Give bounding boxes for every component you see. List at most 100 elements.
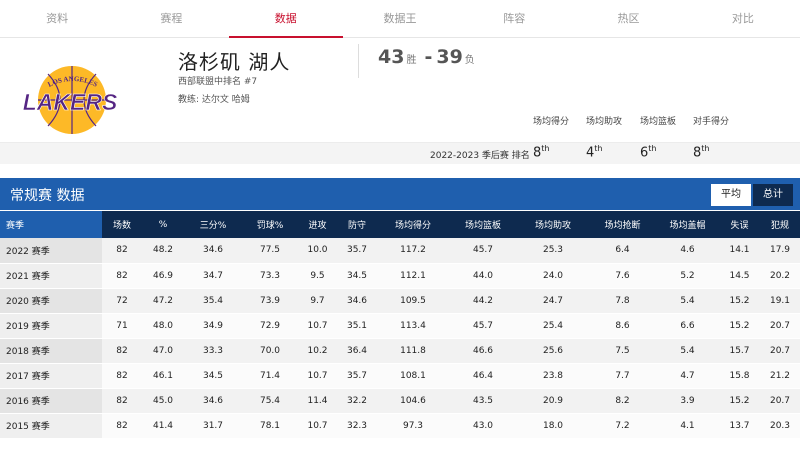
stat-cell: 44.0	[449, 263, 517, 289]
total-toggle-button[interactable]: 总计	[753, 184, 793, 206]
stat-cell: 46.9	[142, 263, 184, 289]
table-row: 2022 赛季 82 48.2 34.6 77.5 10.0 35.7 117.2 45.7 25…	[0, 238, 800, 264]
column-header[interactable]: 场均盖帽	[656, 211, 719, 238]
stat-cell: 7.6	[589, 263, 656, 289]
average-toggle-button[interactable]: 平均	[711, 184, 751, 206]
stat-cell: 34.7	[184, 263, 242, 289]
stat-cell: 108.1	[377, 363, 449, 389]
tab-roster[interactable]: 阵容	[457, 0, 571, 37]
stat-cell: 31.7	[184, 413, 242, 439]
column-header[interactable]: 进攻	[298, 211, 337, 238]
stat-cell: 8.2	[589, 388, 656, 414]
stat-cell: 45.7	[449, 238, 517, 264]
stat-cell: 46.1	[142, 363, 184, 389]
season-cell: 2019 赛季	[0, 313, 102, 339]
stat-cell: 109.5	[377, 288, 449, 314]
stat-cell: 8.6	[589, 313, 656, 339]
table-row: 2017 赛季 82 46.1 34.5 71.4 10.7 35.7 108.1 46.4 23…	[0, 363, 800, 389]
stat-cell: 34.9	[184, 313, 242, 339]
tab-schedule[interactable]: 赛程	[114, 0, 228, 37]
column-header[interactable]: 三分%	[184, 211, 242, 238]
column-header[interactable]: %	[142, 211, 184, 238]
stat-cell: 25.6	[517, 338, 589, 364]
stat-cell: 10.7	[298, 313, 337, 339]
stat-cell: 46.4	[449, 363, 517, 389]
season-cell: 2015 赛季	[0, 413, 102, 439]
rank-header-assists: 场均助攻	[586, 117, 623, 127]
stat-cell: 113.4	[377, 313, 449, 339]
stat-cell: 13.7	[719, 413, 760, 439]
stat-cell: 7.2	[589, 413, 656, 439]
stat-cell: 82	[102, 338, 142, 364]
column-header[interactable]: 犯规	[760, 211, 800, 238]
stat-cell: 97.3	[377, 413, 449, 439]
column-header[interactable]: 罚球%	[242, 211, 298, 238]
stat-cell: 46.6	[449, 338, 517, 364]
season-cell: 2022 赛季	[0, 238, 102, 264]
stat-cell: 34.5	[337, 263, 377, 289]
svg-text:LAKERS: LAKERS	[23, 89, 118, 115]
column-header[interactable]: 赛季	[0, 211, 102, 238]
stat-cell: 34.6	[184, 388, 242, 414]
stat-cell: 3.9	[656, 388, 719, 414]
stat-cell: 78.1	[242, 413, 298, 439]
table-body: 2022 赛季 82 48.2 34.6 77.5 10.0 35.7 117.2 45.7 25…	[0, 238, 800, 439]
column-header[interactable]: 场均抢断	[589, 211, 656, 238]
tab-compare[interactable]: 对比	[686, 0, 800, 37]
stat-cell: 9.7	[298, 288, 337, 314]
stat-cell: 14.1	[719, 238, 760, 264]
column-header[interactable]: 场均助攻	[517, 211, 589, 238]
season-cell: 2020 赛季	[0, 288, 102, 314]
stat-cell: 6.4	[589, 238, 656, 264]
stat-cell: 82	[102, 263, 142, 289]
stat-cell: 104.6	[377, 388, 449, 414]
wins-value: 43	[378, 46, 405, 68]
table-row: 2018 赛季 82 47.0 33.3 70.0 10.2 36.4 111.8 46.6 25…	[0, 338, 800, 364]
column-header[interactable]: 失误	[719, 211, 760, 238]
rank-value-points: 8th	[533, 144, 550, 161]
stat-cell: 35.4	[184, 288, 242, 314]
tab-hot-zones[interactable]: 热区	[571, 0, 685, 37]
stat-cell: 7.5	[589, 338, 656, 364]
column-header[interactable]: 场均篮板	[449, 211, 517, 238]
stats-section-bar	[0, 178, 800, 210]
stat-cell: 7.7	[589, 363, 656, 389]
stat-cell: 35.7	[337, 363, 377, 389]
table-row: 2019 赛季 71 48.0 34.9 72.9 10.7 35.1 113.4 45.7 25…	[0, 313, 800, 339]
stat-cell: 10.0	[298, 238, 337, 264]
stat-cell: 43.0	[449, 413, 517, 439]
stat-cell: 15.2	[719, 313, 760, 339]
stat-cell: 82	[102, 413, 142, 439]
stat-cell: 10.7	[298, 413, 337, 439]
stat-cell: 5.2	[656, 263, 719, 289]
column-header[interactable]: 场均得分	[377, 211, 449, 238]
stat-cell: 45.7	[449, 313, 517, 339]
win-loss-record: 43 胜 -39 负	[378, 46, 479, 68]
stat-cell: 117.2	[377, 238, 449, 264]
stat-cell: 45.0	[142, 388, 184, 414]
stat-cell: 77.5	[242, 238, 298, 264]
column-header[interactable]: 防守	[337, 211, 377, 238]
tab-stat-leaders[interactable]: 数据王	[343, 0, 457, 37]
stat-cell: 9.5	[298, 263, 337, 289]
top-nav: 资料 赛程 数据 数据王 阵容 热区 对比	[0, 0, 800, 38]
tab-stats[interactable]: 数据	[228, 0, 344, 38]
losses-value: 39	[436, 46, 463, 68]
stat-cell: 48.2	[142, 238, 184, 264]
stat-cell: 20.9	[517, 388, 589, 414]
stat-cell: 17.9	[760, 238, 800, 264]
tab-profile[interactable]: 资料	[0, 0, 114, 37]
stat-cell: 35.7	[337, 238, 377, 264]
stat-cell: 7.8	[589, 288, 656, 314]
record-separator: -	[424, 46, 433, 68]
stat-cell: 21.2	[760, 363, 800, 389]
stat-cell: 11.4	[298, 388, 337, 414]
column-header[interactable]: 场数	[102, 211, 142, 238]
stat-cell: 82	[102, 388, 142, 414]
stat-cell: 48.0	[142, 313, 184, 339]
season-stats-table: 赛季 场数% 三分% 罚球% 进攻 防守 场均得分 场均篮板 场均助攻 场均抢断 场均盖帽 失误 犯规 …	[0, 211, 800, 439]
stat-cell: 32.2	[337, 388, 377, 414]
stat-cell: 47.0	[142, 338, 184, 364]
stat-cell: 5.4	[656, 338, 719, 364]
stat-cell: 75.4	[242, 388, 298, 414]
